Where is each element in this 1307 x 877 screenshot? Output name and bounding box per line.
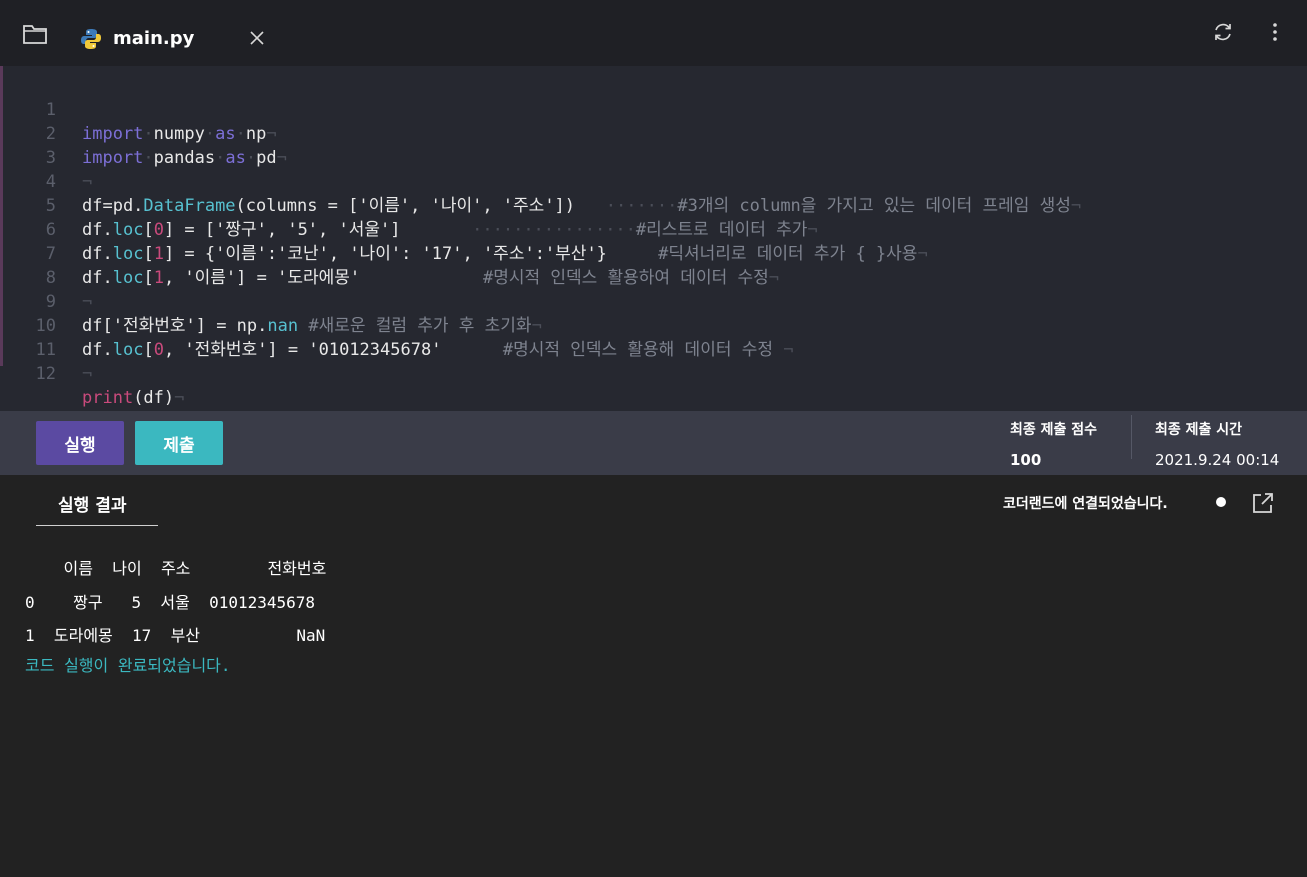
run-button[interactable]: 실행	[36, 421, 124, 465]
code-line: 12 print(df)¬	[0, 338, 1307, 408]
tab-title: main.py	[113, 28, 195, 49]
code-line: 4 df=pd.DataFrame(columns = ['이름', '나이',…	[0, 146, 1307, 216]
final-time-label: 최종 제출 시간	[1155, 422, 1243, 438]
code-editor[interactable]: 1 import·numpy·as·np¬ 2 import·pandas·as…	[0, 66, 1307, 411]
code-line: 1 import·numpy·as·np¬	[0, 74, 1307, 144]
python-icon	[81, 29, 101, 49]
code-line: 6 df.loc[1] = {'이름':'코난', '나이': '17', '주…	[0, 194, 1307, 264]
result-header: 실행 결과 코더랜드에 연결되었습니다.	[0, 475, 1307, 527]
code-line: 7 df.loc[1, '이름'] = '도라에몽' #명시적 인덱스 활용하여…	[0, 218, 1307, 288]
folder-icon[interactable]	[22, 22, 48, 46]
connection-status: 코더랜드에 연결되었습니다.	[1003, 496, 1168, 512]
output-line: 0 짱구 5 서울 01012345678	[25, 593, 316, 612]
final-score-label: 최종 제출 점수	[1010, 422, 1098, 438]
line-number: 12	[35, 364, 56, 384]
output-line: 이름 나이 주소 전화번호	[25, 559, 327, 578]
final-score-value: 100	[1010, 451, 1042, 469]
tab-run-result[interactable]: 실행 결과	[36, 475, 158, 526]
code-line: 11 ¬	[0, 314, 1307, 384]
code-line: 5 df.loc[0] = ['짱구', '5', '서울'] ········…	[0, 170, 1307, 240]
file-tab[interactable]: main.py	[66, 14, 276, 66]
code-line: 2 import·pandas·as·pd¬	[0, 98, 1307, 168]
code-line: 10 df.loc[0, '전화번호'] = '01012345678' #명시…	[0, 290, 1307, 360]
output-line: 1 도라에몽 17 부산 NaN	[25, 626, 326, 645]
code-line: 9 df['전화번호'] = np.nan #새로운 컬럼 추가 후 초기화¬	[0, 266, 1307, 336]
result-tab-label: 실행 결과	[58, 496, 127, 516]
top-bar: main.py	[0, 0, 1307, 66]
connection-dot-icon	[1216, 497, 1226, 507]
code-line: 8 ¬	[0, 242, 1307, 312]
action-bar: 실행 제출 최종 제출 점수 100 최종 제출 시간 2021.9.24 00…	[0, 411, 1307, 475]
more-vertical-icon[interactable]	[1266, 21, 1284, 43]
execution-complete-message: 코드 실행이 완료되었습니다.	[25, 656, 231, 675]
code-text: ¬	[82, 364, 93, 384]
external-link-icon[interactable]	[1251, 491, 1275, 515]
code-runner-app: main.py 1 import·numpy·as·np¬ 2 import·p…	[0, 0, 1307, 877]
submit-button[interactable]: 제출	[135, 421, 223, 465]
output-console: 이름 나이 주소 전화번호 0 짱구 5 서울 01012345678 1 도라…	[0, 527, 1307, 877]
code-text: print(df)¬	[82, 388, 185, 408]
close-icon[interactable]	[248, 29, 266, 47]
final-time-value: 2021.9.24 00:14	[1155, 451, 1280, 469]
code-line: 3 ¬	[0, 122, 1307, 192]
divider	[1131, 415, 1132, 459]
refresh-icon[interactable]	[1212, 21, 1234, 43]
